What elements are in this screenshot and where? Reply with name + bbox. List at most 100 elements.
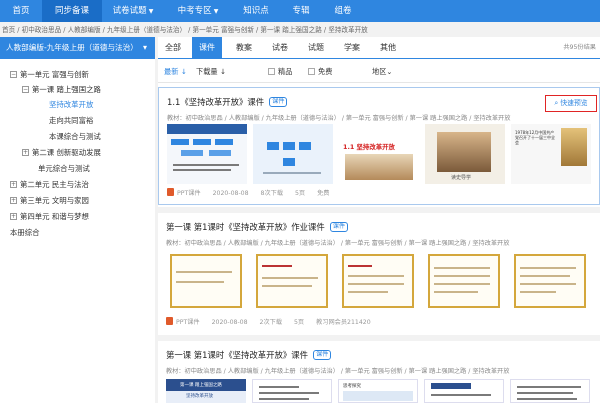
tree-item-label: 第二课 创新驱动发展 (32, 148, 101, 157)
quick-preview-label: 快速预览 (560, 99, 588, 107)
nav-knowledge[interactable]: 知识点 (232, 0, 280, 22)
tree-item-unit3[interactable]: + 第三单元 文明与家园 (10, 195, 89, 207)
expand-icon[interactable]: + (10, 196, 17, 204)
textbook-selector[interactable]: 人教部编版-九年级上册（道德与法治） ▾ (0, 37, 155, 59)
thumb-line (262, 285, 312, 287)
arrow-down-icon: ↓ (180, 67, 187, 76)
collapse-icon[interactable]: − (22, 85, 29, 93)
slide-thumbnail[interactable]: 第一课 踏上强国之路 坚持改革开放 (166, 379, 246, 403)
tree-item-lesson2[interactable]: + 第二课 创新驱动发展 (22, 147, 101, 159)
tree-item-unit1-test[interactable]: 单元综合与测试 (38, 163, 90, 175)
tree-item-label: 第一单元 富强与创新 (20, 70, 89, 79)
filter-premium[interactable]: 精品 (268, 61, 292, 83)
thumb-line (348, 275, 404, 277)
thumb-line (434, 275, 490, 277)
chevron-down-icon: ▾ (142, 43, 147, 52)
thumb-subheading: 坚持改革开放 (186, 394, 213, 399)
slide-thumbnail[interactable] (510, 379, 590, 403)
thumb-box (343, 391, 413, 401)
slide-thumbnail[interactable] (252, 379, 332, 403)
nav-home[interactable]: 首页 (0, 0, 42, 22)
filter-region[interactable]: 地区⌄ (372, 61, 392, 83)
tree-item-unit1[interactable]: − 第一单元 富强与创新 (10, 69, 89, 81)
filter-free[interactable]: 免费 (308, 61, 332, 83)
tree-item-lesson1-test[interactable]: 本课综合与测试 (49, 131, 101, 143)
sort-downloads[interactable]: 下载量 ↓ (196, 61, 226, 83)
nav-compose[interactable]: 组卷 (322, 0, 364, 22)
slide-thumbnail[interactable]: 1.1 坚持改革开放 (339, 124, 419, 184)
resource-downloads: 8次下载 (260, 190, 284, 197)
nav-papers-label: 试卷试题 (112, 6, 147, 16)
slide-thumbnail[interactable] (338, 251, 418, 311)
thumb-line (520, 291, 556, 293)
thumbnail-strip[interactable]: 第一课 踏上强国之路 坚持改革开放 思考探究 (166, 379, 592, 403)
nav-knowledge-label: 知识点 (243, 6, 269, 16)
sort-newest[interactable]: 最新 ↓ (164, 61, 187, 83)
thumb-portrait (561, 128, 587, 166)
tree-item-book-test[interactable]: 本册综合 (10, 227, 40, 239)
resource-card[interactable]: 1.1《坚持改革开放》课件 课件 ⌕ 快速预览 教材：初中政治思品 / 人教部编版… (158, 87, 600, 205)
resource-card[interactable]: 第一课 第1课时《坚持改革开放》课件 课件 教材：初中政治思品 / 人教部编版 /… (158, 341, 600, 403)
thumb-photo (437, 132, 491, 172)
slide-thumbnail[interactable] (166, 251, 246, 311)
tree-item-unit4[interactable]: + 第四单元 和谐与梦想 (10, 211, 89, 223)
tab-other[interactable]: 其他 (372, 37, 404, 59)
tab-paper[interactable]: 试卷 (264, 37, 296, 59)
expand-icon[interactable]: + (22, 148, 29, 156)
thumbnail-strip[interactable] (166, 251, 592, 311)
thumb-line (176, 281, 224, 283)
resource-title-text: 1.1《坚持改革开放》课件 (167, 97, 265, 107)
nav-sync-lesson[interactable]: 同步备课 (42, 0, 102, 22)
nav-album[interactable]: 专辑 (280, 0, 322, 22)
thumb-line (259, 398, 309, 400)
resource-title-text: 第一课 第1课时《坚持改革开放》课件 (166, 350, 308, 360)
sort-downloads-label: 下载量 (196, 67, 218, 76)
checkbox-icon[interactable] (308, 67, 315, 75)
tree-item-label: 本课综合与测试 (49, 132, 101, 141)
resource-title[interactable]: 第一课 第1课时《坚持改革开放》课件 课件 (166, 349, 332, 361)
filter-free-label: 免费 (318, 67, 333, 76)
nav-zhongkao[interactable]: 中考专区 ▼ (164, 0, 232, 22)
expand-icon[interactable]: + (10, 212, 17, 220)
tree-item-unit2[interactable]: + 第二单元 民主与法治 (10, 179, 89, 191)
slide-thumbnail[interactable]: 思考探究 (338, 379, 418, 403)
tab-courseware[interactable]: 课件 (192, 37, 222, 59)
resource-title[interactable]: 1.1《坚持改革开放》课件 课件 (167, 96, 288, 108)
thumbnail-strip[interactable]: 1.1 坚持改革开放 读史导学 1978年12月中国共产党召开了十一届三中全会 (167, 124, 593, 184)
slide-thumbnail[interactable] (253, 124, 333, 184)
slide-thumbnail[interactable] (424, 251, 504, 311)
tab-question[interactable]: 试题 (300, 37, 332, 59)
tree-item-label: 单元综合与测试 (38, 164, 90, 173)
slide-thumbnail[interactable]: 读史导学 (425, 124, 505, 184)
tree-item-common-prosperity[interactable]: 走向共同富裕 (49, 115, 93, 127)
thumb-bar (283, 142, 295, 150)
slide-thumbnail[interactable] (424, 379, 504, 403)
expand-icon[interactable]: + (10, 180, 17, 188)
resource-title-text: 第一课 第1课时《坚持改革开放》作业课件 (166, 222, 325, 232)
resource-card[interactable]: 第一课 第1课时《坚持改革开放》作业课件 课件 教材：初中政治思品 / 人教部编版… (158, 213, 600, 333)
filter-premium-label: 精品 (278, 67, 293, 76)
nav-zhongkao-label: 中考专区 (177, 6, 212, 16)
chevron-down-icon: ▼ (148, 8, 154, 15)
tab-all[interactable]: 全部 (158, 37, 188, 59)
resource-pages: 5页 (295, 190, 306, 197)
nav-sync-lesson-label: 同步备课 (54, 6, 89, 16)
thumb-line (262, 265, 292, 267)
thumb-bar (209, 150, 231, 156)
tab-study-plan[interactable]: 学案 (336, 37, 368, 59)
nav-papers[interactable]: 试卷试题 ▼ (102, 0, 164, 22)
slide-thumbnail[interactable] (510, 251, 590, 311)
slide-thumbnail[interactable] (167, 124, 247, 184)
slide-thumbnail[interactable]: 1978年12月中国共产党召开了十一届三中全会 (511, 124, 591, 184)
nav-home-label: 首页 (12, 6, 30, 16)
resource-title[interactable]: 第一课 第1课时《坚持改革开放》作业课件 课件 (166, 221, 349, 233)
collapse-icon[interactable]: − (10, 70, 17, 78)
checkbox-icon[interactable] (268, 67, 275, 75)
thumb-line (176, 271, 232, 273)
quick-preview-button[interactable]: ⌕ 快速预览 (545, 95, 597, 112)
tree-item-lesson1[interactable]: − 第一课 踏上强国之路 (22, 84, 101, 96)
slide-thumbnail[interactable] (252, 251, 332, 311)
tree-item-reform-opening[interactable]: 坚持改革开放 (49, 99, 93, 111)
textbook-selector-label: 人教部编版-九年级上册（道德与法治） (6, 43, 138, 52)
tab-lesson-plan[interactable]: 教案 (228, 37, 260, 59)
